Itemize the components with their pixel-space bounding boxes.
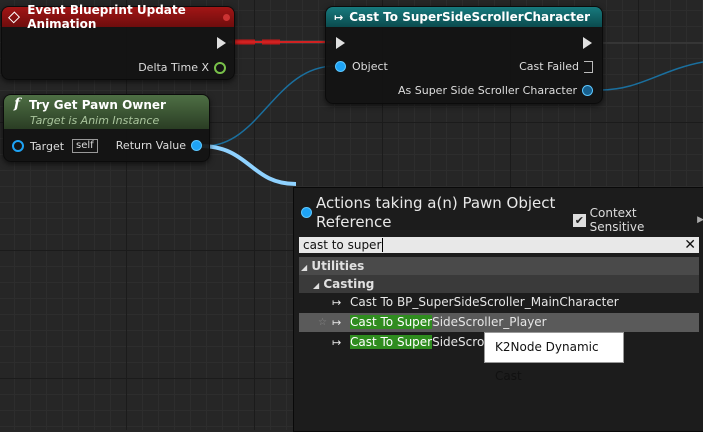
category-casting[interactable]: ◢ Casting	[299, 275, 699, 293]
cast-to-character-node[interactable]: ↦ Cast To SuperSideScrollerCharacter Obj…	[325, 6, 603, 104]
as-character-pin[interactable]: As Super Side Scroller Character	[398, 84, 593, 97]
pin-label: Cast Failed	[519, 60, 579, 73]
pin-label: Return Value	[115, 139, 186, 152]
pin-label: Target	[30, 139, 65, 153]
action-item-selected[interactable]: ☆ ↦ Cast To SuperSideScroller_Player	[299, 313, 699, 332]
category-label: Utilities	[311, 259, 365, 273]
node-title: Event Blueprint Update Animation	[27, 3, 186, 31]
try-get-pawn-owner-node[interactable]: f Try Get Pawn Owner Target is Anim Inst…	[3, 94, 210, 162]
node-subtitle: Target is Anim Instance	[30, 114, 160, 127]
category-utilities[interactable]: ◢ Utilities	[299, 257, 699, 275]
delta-time-pin[interactable]: Delta Time X	[138, 61, 226, 74]
clear-search-icon[interactable]: ✕	[684, 237, 696, 253]
category-label: Casting	[323, 277, 375, 291]
chevron-right-icon[interactable]: ▶	[697, 215, 703, 225]
item-label-match: Cast To Super	[350, 335, 433, 349]
cast-arrow-icon: ↦	[332, 296, 342, 309]
exec-out-pin[interactable]	[583, 37, 592, 49]
return-value-pin[interactable]: Return Value	[116, 139, 202, 152]
cast-arrow-icon: ↦	[334, 10, 344, 24]
target-self-box: self	[72, 139, 98, 153]
action-menu[interactable]: Actions taking a(n) Pawn Object Referenc…	[293, 187, 703, 432]
function-icon: f	[14, 96, 21, 112]
node-header: f Try Get Pawn Owner Target is Anim Inst…	[4, 95, 209, 129]
search-input[interactable]: cast to super ✕	[299, 237, 699, 253]
checkbox-icon[interactable]: ✔	[573, 213, 586, 227]
target-pin[interactable]: Target self	[12, 139, 98, 153]
favorite-star-icon[interactable]: ☆	[318, 313, 327, 332]
event-update-animation-node[interactable]: Event Blueprint Update Animation Delta T…	[1, 3, 235, 80]
drag-wire	[199, 144, 297, 186]
as-character-wire	[599, 61, 703, 91]
item-label: Cast To SuperSideScro	[350, 333, 484, 352]
search-text: cast to super	[303, 238, 382, 252]
tooltip: K2Node Dynamic Cast	[484, 332, 624, 383]
pin-label: Object	[352, 60, 388, 73]
item-label-match: Cast To Super	[350, 315, 433, 329]
node-title: Try Get Pawn Owner	[29, 98, 166, 112]
node-header: Event Blueprint Update Animation	[2, 3, 234, 31]
item-label-rest: SideScroller_Player	[432, 315, 547, 329]
pin-label: As Super Side Scroller Character	[397, 84, 577, 97]
item-label: Cast To BP_SuperSideScroller_MainCharact…	[350, 295, 619, 309]
exec-out-pin[interactable]	[217, 37, 226, 49]
context-sensitive-label: Context Sensitive	[589, 206, 645, 234]
cast-arrow-icon: ↦	[332, 336, 342, 349]
cast-arrow-icon: ↦	[332, 316, 342, 329]
item-label-rest: SideScro	[432, 335, 485, 349]
menu-title: Actions taking a(n) Pawn Object Referenc…	[316, 194, 556, 231]
item-label: Cast To SuperSideScroller_Player	[350, 313, 547, 332]
object-pin-icon	[301, 207, 312, 218]
text-cursor	[382, 238, 384, 252]
pin-label: Delta Time X	[138, 61, 209, 74]
node-close-dot	[223, 13, 230, 21]
context-sensitive-toggle[interactable]: ✔ Context Sensitive ▶	[573, 206, 703, 234]
node-title: Cast To SuperSideScrollerCharacter	[349, 10, 591, 24]
collapse-triangle-icon[interactable]: ◢	[301, 263, 307, 272]
exec-in-pin[interactable]	[336, 37, 345, 49]
object-input-pin[interactable]: Object	[335, 60, 388, 73]
action-item[interactable]: ↦ Cast To BP_SuperSideScroller_MainChara…	[299, 293, 699, 312]
node-header: ↦ Cast To SuperSideScrollerCharacter	[326, 7, 602, 27]
collapse-triangle-icon[interactable]: ◢	[313, 281, 319, 290]
cast-failed-pin[interactable]: Cast Failed	[519, 60, 593, 73]
diamond-event-icon	[8, 10, 21, 24]
